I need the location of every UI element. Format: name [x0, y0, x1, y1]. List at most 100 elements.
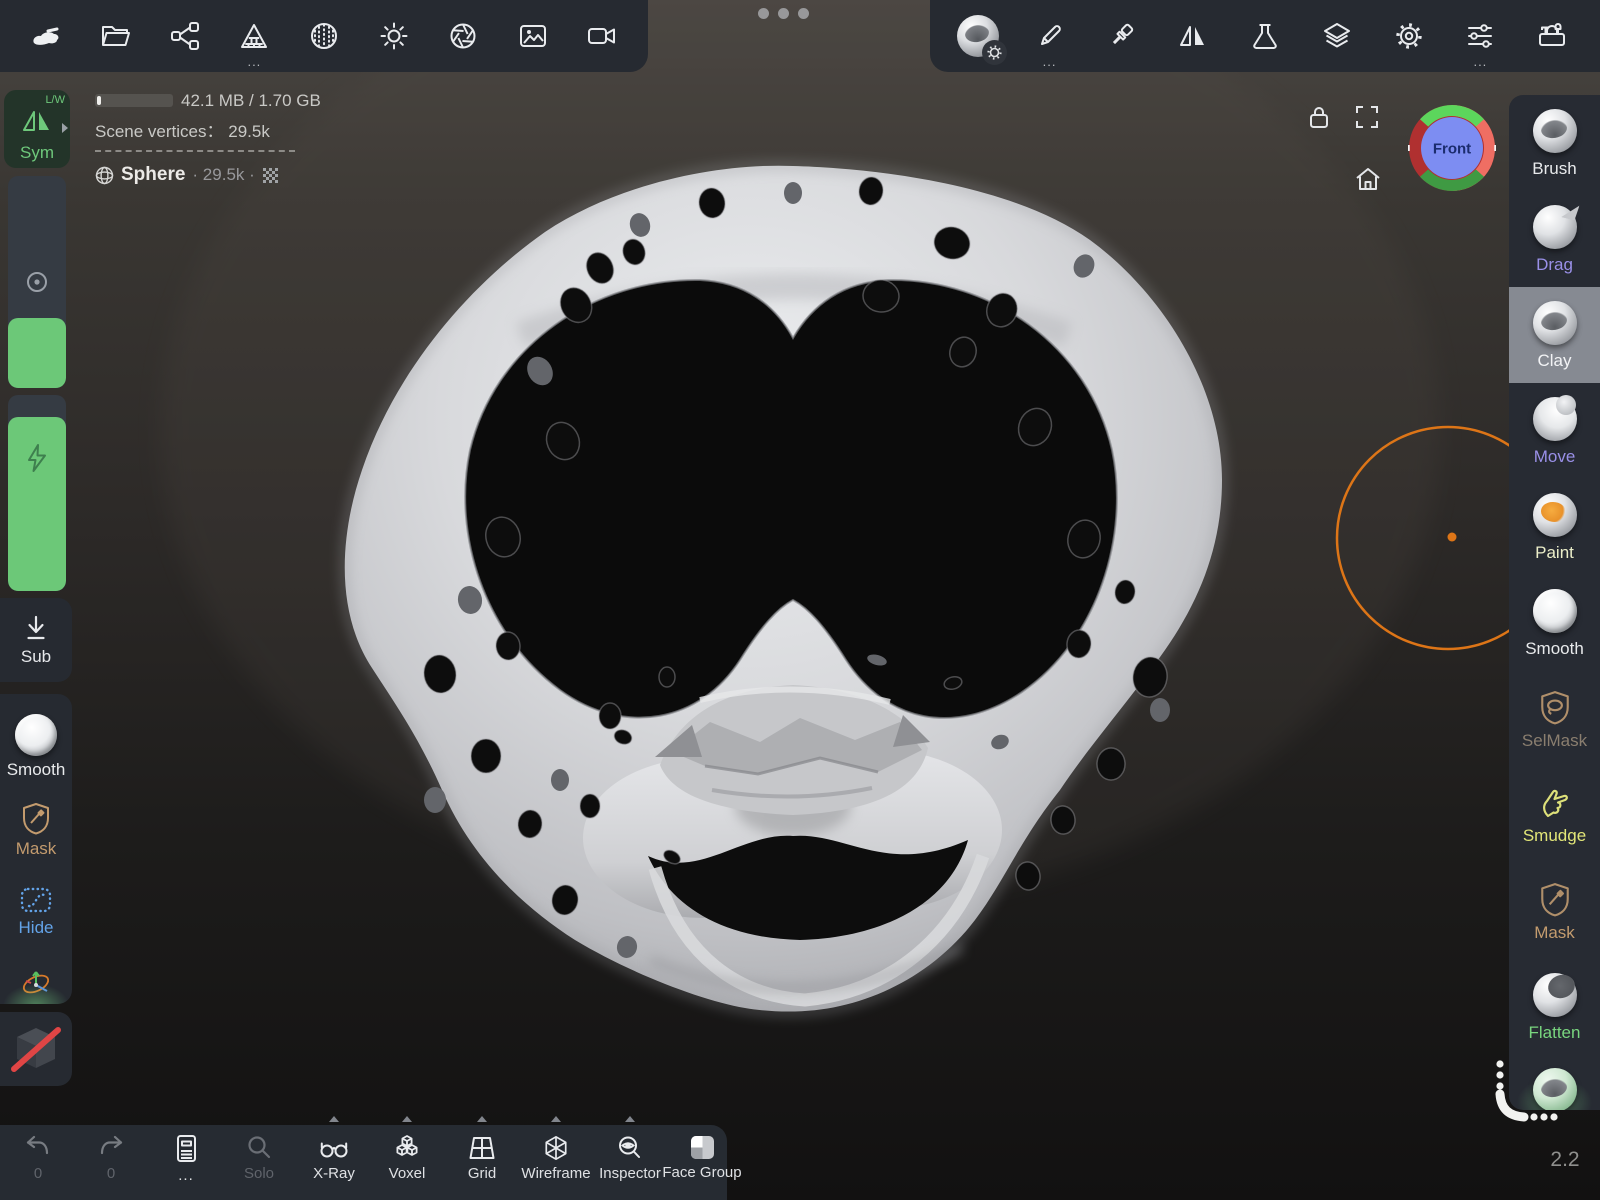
gear-icon: [1395, 23, 1422, 49]
folder-icon: [102, 26, 131, 46]
xray-label: X-Ray: [313, 1165, 355, 1182]
wireframe-caret-icon[interactable]: [551, 1116, 561, 1122]
tool-smooth[interactable]: Smooth: [1509, 575, 1600, 671]
scene-vertices-label: Scene vertices：: [95, 122, 224, 141]
nomad-sculpt-app: ... ... ... 42.1 MB / 1.70 GB Scene vert…: [0, 0, 1600, 1200]
tool-mask[interactable]: Mask: [1509, 863, 1600, 959]
window-drag-handle[interactable]: [758, 8, 809, 19]
xray-caret-icon[interactable]: [329, 1116, 339, 1122]
tool-paint[interactable]: Paint: [1509, 479, 1600, 575]
material-gear-badge: [981, 40, 1007, 65]
settings-button[interactable]: [1385, 12, 1433, 60]
nomad-logo-button[interactable]: [22, 12, 70, 60]
memory-usage-text: 42.1 MB / 1.70 GB: [181, 91, 321, 110]
radius-slider-handle[interactable]: [8, 318, 66, 388]
quick-mask-button[interactable]: Mask: [0, 802, 72, 859]
symmetry-button[interactable]: [1169, 12, 1217, 60]
background-button[interactable]: [509, 12, 557, 60]
toolbox-icon: [1539, 23, 1566, 46]
tool-move-label: Move: [1533, 447, 1576, 466]
hide-dotted-icon: [20, 887, 52, 913]
toolbox-button[interactable]: [1528, 12, 1576, 60]
pencil-button[interactable]: ...: [1026, 12, 1074, 68]
mask-shield-icon: [1540, 882, 1569, 916]
material-button[interactable]: [954, 12, 1007, 65]
move-tool-thumb: [1532, 395, 1577, 441]
tool-brush[interactable]: Brush: [1509, 95, 1600, 191]
brush-radius-slider[interactable]: [8, 176, 66, 388]
lock-view-button[interactable]: [1306, 104, 1332, 130]
tool-smudge[interactable]: Smudge: [1509, 767, 1600, 863]
inspector-label: Inspector: [599, 1165, 661, 1182]
inspector-caret-icon[interactable]: [625, 1116, 635, 1122]
cube-disabled-icon: [11, 1027, 61, 1072]
symmetry-triangles-icon: [23, 111, 49, 131]
lock-icon: [1310, 107, 1328, 128]
panel-resize-handle[interactable]: [1488, 1056, 1568, 1130]
symmetry-icon: [1180, 26, 1205, 46]
interface-button[interactable]: ...: [1456, 12, 1504, 68]
quick-hide-button[interactable]: Hide: [0, 886, 72, 938]
tool-selmask-label: SelMask: [1521, 730, 1588, 750]
voxel-caret-icon[interactable]: [402, 1116, 412, 1122]
files-button[interactable]: [91, 12, 139, 60]
object-name: Sphere: [121, 164, 186, 185]
topology-button[interactable]: [300, 12, 348, 60]
symmetry-toggle-button[interactable]: L/W Sym: [4, 90, 70, 168]
camera-button[interactable]: [578, 12, 626, 60]
sphere-wireframe-icon: [95, 166, 114, 184]
journal-icon: [177, 1135, 196, 1162]
scene-layers-button[interactable]: ...: [230, 12, 278, 68]
scene-more-dots: ...: [247, 54, 262, 69]
redo-icon: [100, 1135, 123, 1155]
sliders-icon: [1468, 24, 1493, 48]
tool-drag[interactable]: Drag: [1509, 191, 1600, 287]
object-vertex-count: · 29.5k ·: [192, 165, 255, 184]
xray-glasses-icon: [320, 1142, 348, 1158]
reset-view-button[interactable]: [1354, 166, 1382, 192]
tool-brush-label: Brush: [1532, 159, 1577, 178]
quick-smooth-button[interactable]: Smooth: [0, 714, 72, 780]
symmetry-expand-arrow-icon: [62, 123, 68, 133]
quick-gizmo-button[interactable]: [0, 966, 72, 1000]
stats-divider: [95, 150, 295, 152]
brush-intensity-slider[interactable]: [8, 395, 66, 591]
scene-vertices-text: Scene vertices： 29.5k: [95, 117, 270, 142]
tool-move[interactable]: Move: [1509, 383, 1600, 479]
app-version: 2.2: [1550, 1148, 1580, 1171]
tool-flatten[interactable]: Flatten: [1509, 959, 1600, 1055]
image-icon: [519, 25, 546, 47]
subdivision-panel[interactable]: Sub: [0, 598, 72, 682]
fullscreen-button[interactable]: [1354, 104, 1380, 130]
toolbar-bottom: 0 0 ... Solo X-Ray Voxel Grid Wireframe …: [0, 1116, 742, 1200]
facegroup-toggle[interactable]: Face Group: [657, 1125, 747, 1200]
journal-more-dots: ...: [178, 1167, 194, 1184]
tool-smudge-label: Smudge: [1522, 826, 1587, 845]
tool-clay-selected[interactable]: Clay: [1509, 287, 1600, 383]
lightning-icon: [28, 444, 46, 472]
selected-object-row[interactable]: Sphere · 29.5k ·: [95, 164, 279, 186]
layers-button[interactable]: [1313, 12, 1361, 60]
validate-mesh-panel[interactable]: [0, 1012, 72, 1086]
grid-label: Grid: [467, 1165, 497, 1182]
aperture-icon: [450, 23, 476, 49]
sub-label: Sub: [20, 646, 52, 666]
smooth-tool-thumb: [15, 714, 57, 756]
intensity-slider-fill[interactable]: [8, 417, 66, 591]
tool-drag-label: Drag: [1536, 255, 1573, 274]
scene-graph-button[interactable]: [161, 12, 209, 60]
postprocess-button[interactable]: [439, 12, 487, 60]
drag-tool-thumb: [1532, 205, 1577, 249]
paint-settings-button[interactable]: [1097, 12, 1145, 60]
grid-caret-icon[interactable]: [477, 1116, 487, 1122]
toolbar-top-left: ...: [0, 0, 648, 72]
face-group-icon: [690, 1136, 714, 1159]
experimental-button[interactable]: [1241, 12, 1289, 60]
grid-icon: [469, 1137, 495, 1159]
lighting-button[interactable]: [370, 12, 418, 60]
pencil-more-dots: ...: [1042, 54, 1057, 69]
tool-selmask[interactable]: SelMask: [1509, 671, 1600, 767]
facegroup-label: Face Group: [662, 1164, 742, 1181]
wireframe-icon: [545, 1135, 567, 1161]
orientation-gizmo[interactable]: Front: [1408, 104, 1496, 192]
